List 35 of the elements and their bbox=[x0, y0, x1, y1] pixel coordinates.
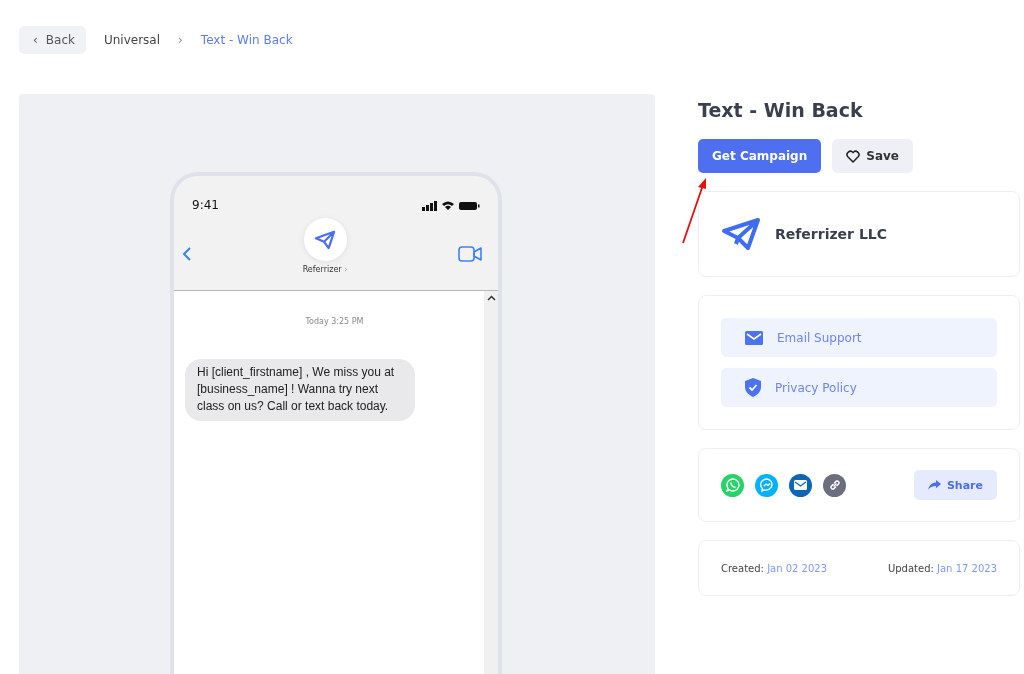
contact-name[interactable]: Referrizer › bbox=[302, 265, 348, 274]
phone-chat-icon bbox=[725, 478, 740, 492]
email-share-button[interactable] bbox=[789, 473, 812, 497]
company-name: Referrizer LLC bbox=[775, 226, 887, 242]
campaign-title: Text - Win Back bbox=[698, 98, 864, 123]
breadcrumb-separator: › bbox=[178, 33, 183, 47]
status-icons bbox=[422, 199, 480, 211]
paper-plane-icon bbox=[721, 217, 761, 251]
whatsapp-share-button[interactable] bbox=[721, 473, 744, 497]
link-icon bbox=[827, 478, 842, 492]
status-time: 9:41 bbox=[192, 198, 219, 212]
save-button[interactable]: Save bbox=[832, 139, 913, 173]
breadcrumb-link[interactable]: Universal bbox=[103, 33, 161, 47]
share-arrow-icon bbox=[927, 480, 941, 490]
message-bubble: Hi [client_firstname] , We miss you at [business_name] ! Wanna try next class on us? Call or text back today. bbox=[185, 359, 415, 421]
link-share-button[interactable] bbox=[823, 473, 846, 497]
chat-bolt-icon bbox=[759, 478, 774, 492]
scroll-up-icon[interactable] bbox=[486, 295, 496, 301]
back-button[interactable]: ‹ Back bbox=[19, 26, 86, 54]
message-timestamp: Today 3:25 PM bbox=[304, 317, 365, 326]
breadcrumb-link[interactable]: Text - Win Back bbox=[200, 33, 293, 47]
messenger-share-button[interactable] bbox=[755, 473, 778, 497]
share-button[interactable]: Share bbox=[913, 470, 997, 500]
envelope-icon bbox=[745, 330, 763, 345]
shield-check-icon bbox=[745, 378, 761, 397]
heart-icon bbox=[846, 149, 861, 163]
get-campaign-button[interactable]: Get Campaign bbox=[698, 139, 822, 173]
date-label: Created: Jan 02 2023 bbox=[721, 562, 828, 574]
email-support-link[interactable]: Email Support bbox=[721, 318, 997, 357]
video-camera-icon[interactable] bbox=[458, 246, 482, 262]
date-label: Updated: Jan 17 2023 bbox=[887, 562, 997, 574]
contact-avatar bbox=[303, 218, 347, 261]
envelope-icon bbox=[794, 480, 807, 490]
privacy-policy-link[interactable]: Privacy Policy bbox=[721, 368, 997, 407]
back-chevron-icon[interactable] bbox=[182, 246, 192, 262]
